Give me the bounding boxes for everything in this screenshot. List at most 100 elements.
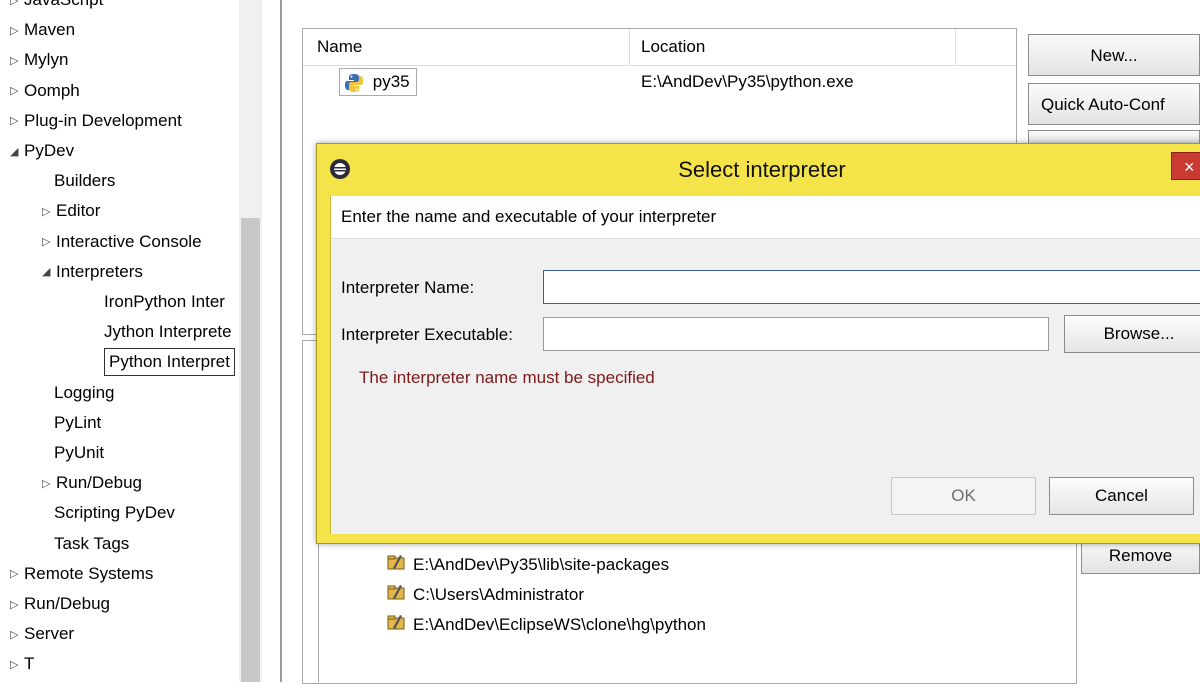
tree-item-label: Plug-in Development (24, 110, 182, 130)
tree-item-label: Logging (54, 382, 115, 402)
dialog-titlebar[interactable]: Select interpreter × (317, 144, 1200, 196)
tree-item[interactable]: ◢ Interpreters (42, 257, 143, 287)
browse-button[interactable]: Browse... (1064, 315, 1200, 353)
tree-item[interactable]: Task Tags (42, 529, 129, 559)
tree-item-label: Remote Systems (24, 563, 154, 583)
library-folder-icon (387, 551, 407, 581)
tree-item[interactable]: Jython Interprete (92, 317, 232, 347)
expanded-arrow-icon[interactable]: ◢ (10, 137, 24, 167)
cancel-button[interactable]: Cancel (1049, 477, 1194, 515)
collapsed-arrow-icon[interactable]: ▷ (42, 227, 56, 257)
tree-scrollbar[interactable] (239, 0, 262, 682)
tree-item-label: Server (24, 624, 75, 644)
tree-item-label: Maven (24, 20, 76, 40)
error-message: The interpreter name must be specified (359, 368, 655, 387)
column-separator[interactable] (955, 29, 956, 65)
quick-auto-config-button[interactable]: Quick Auto-Conf (1028, 83, 1200, 125)
select-interpreter-dialog: Select interpreter × Enter the name and … (316, 143, 1200, 544)
library-folder-icon (387, 581, 407, 611)
interpreter-name-cell: py35 (339, 68, 417, 96)
tree-item-label: T (24, 654, 35, 674)
collapsed-arrow-icon[interactable]: ▷ (10, 0, 24, 16)
python-icon (345, 73, 363, 92)
list-item[interactable]: E:\AndDev\Py35\lib\site-packages (387, 550, 669, 580)
tree-item-label: IronPython Inter (104, 292, 225, 311)
dialog-body: Enter the name and executable of your in… (330, 196, 1200, 534)
tree-item[interactable]: Logging (42, 378, 115, 408)
tree-scrollbar-thumb[interactable] (241, 218, 260, 682)
tree-item-label: Task Tags (54, 533, 130, 553)
tree-item-label: Run/Debug (56, 473, 143, 493)
column-header-location[interactable]: Location (641, 29, 705, 65)
collapsed-arrow-icon[interactable]: ▷ (10, 106, 24, 136)
tree-item[interactable]: ▷ T (10, 649, 34, 679)
interpreter-location: E:\AndDev\Py35\python.exe (641, 72, 854, 91)
ok-button[interactable]: OK (891, 477, 1036, 515)
tree-item[interactable]: ▷ Editor (42, 196, 100, 226)
tree-item-label: Builders (54, 171, 116, 191)
expanded-arrow-icon[interactable]: ◢ (42, 257, 56, 287)
interpreter-executable-input[interactable] (543, 317, 1049, 351)
tree-item-label: PyLint (54, 412, 102, 432)
collapsed-arrow-icon[interactable]: ▷ (10, 650, 24, 680)
tree-item-label: Jython Interprete (104, 322, 232, 342)
tree-item-label: Interactive Console (56, 231, 202, 251)
eclipse-icon (329, 158, 351, 185)
close-button[interactable]: × (1171, 152, 1200, 180)
column-separator[interactable] (629, 29, 630, 65)
interpreters-table-header: Name Location (303, 29, 1016, 66)
side-button-hidden[interactable] (1028, 130, 1200, 144)
library-path: E:\AndDev\Py35\lib\site-packages (413, 555, 670, 574)
table-row[interactable]: py35 E:\AndDev\Py35\python.exe (303, 65, 1016, 96)
interpreter-name-input[interactable] (543, 270, 1200, 304)
tree-item[interactable]: ▷ Remote Systems (10, 559, 153, 589)
tree-item[interactable]: Scripting PyDev (42, 498, 175, 528)
library-folder-icon (387, 611, 407, 641)
collapsed-arrow-icon[interactable]: ▷ (10, 16, 24, 46)
tree-item[interactable]: ▷ Server (10, 619, 74, 649)
tree-item[interactable]: ▷ Oomph (10, 76, 80, 106)
list-item[interactable]: C:\Users\Administrator (387, 580, 584, 610)
preferences-tree: ▷JavaScript▷Maven▷Mylyn▷Oomph▷Plug-in De… (0, 0, 262, 682)
tree-item-label: Run/Debug (24, 594, 111, 613)
libraries-list: E:\AndDev\Py35\lib\site-packages C:\User… (318, 540, 1071, 682)
tree-item[interactable]: ▷JavaScript (10, 0, 103, 15)
tree-item[interactable]: ▷ Mylyn (10, 45, 68, 75)
column-header-name[interactable]: Name (317, 29, 362, 65)
tree-item[interactable]: PyLint (42, 408, 101, 438)
tree-item[interactable]: PyUnit (42, 438, 104, 468)
collapsed-arrow-icon[interactable]: ▷ (10, 620, 24, 650)
tree-item[interactable]: ▷ Maven (10, 15, 75, 45)
tree-item[interactable]: Builders (42, 166, 115, 196)
tree-item-label: PyUnit (54, 443, 105, 462)
tree-item[interactable]: ▷ Run/Debug (10, 589, 110, 619)
tree-item[interactable]: ◢ PyDev (10, 136, 74, 166)
collapsed-arrow-icon[interactable]: ▷ (42, 469, 56, 499)
list-item[interactable]: E:\AndDev\EclipseWS\clone\hg\python (387, 610, 706, 640)
tree-item-label: Editor (56, 201, 101, 221)
tree-item-label: JavaScript (24, 0, 103, 9)
collapsed-arrow-icon[interactable]: ▷ (10, 46, 24, 76)
new-interpreter-button[interactable]: New... (1028, 34, 1200, 76)
tree-item[interactable]: ▷ Run/Debug (42, 468, 142, 498)
tree-item[interactable]: ▷ Interactive Console (42, 227, 202, 257)
tree-item[interactable]: Python Interpret (92, 347, 235, 377)
tree-item-label: Mylyn (24, 50, 69, 70)
collapsed-arrow-icon[interactable]: ▷ (10, 590, 24, 620)
interpreter-name-label: Interpreter Name: (341, 278, 475, 297)
interpreter-executable-label: Interpreter Executable: (341, 325, 513, 344)
tree-item-label: PyDev (24, 141, 75, 160)
collapsed-arrow-icon[interactable]: ▷ (10, 559, 24, 589)
dialog-description: Enter the name and executable of your in… (331, 196, 1200, 239)
tree-item-label: Oomph (24, 80, 80, 100)
tree-item-label: Interpreters (56, 261, 143, 281)
interpreter-name: py35 (372, 72, 410, 91)
library-path: C:\Users\Administrator (413, 585, 584, 604)
tree-item-label: Scripting PyDev (54, 503, 175, 523)
tree-item-label: Python Interpret (104, 348, 235, 377)
tree-item[interactable]: ▷ Plug-in Development (10, 106, 182, 136)
tree-item[interactable]: IronPython Inter (92, 287, 225, 317)
library-path: E:\AndDev\EclipseWS\clone\hg\python (413, 615, 706, 634)
collapsed-arrow-icon[interactable]: ▷ (42, 197, 56, 227)
collapsed-arrow-icon[interactable]: ▷ (10, 76, 24, 106)
